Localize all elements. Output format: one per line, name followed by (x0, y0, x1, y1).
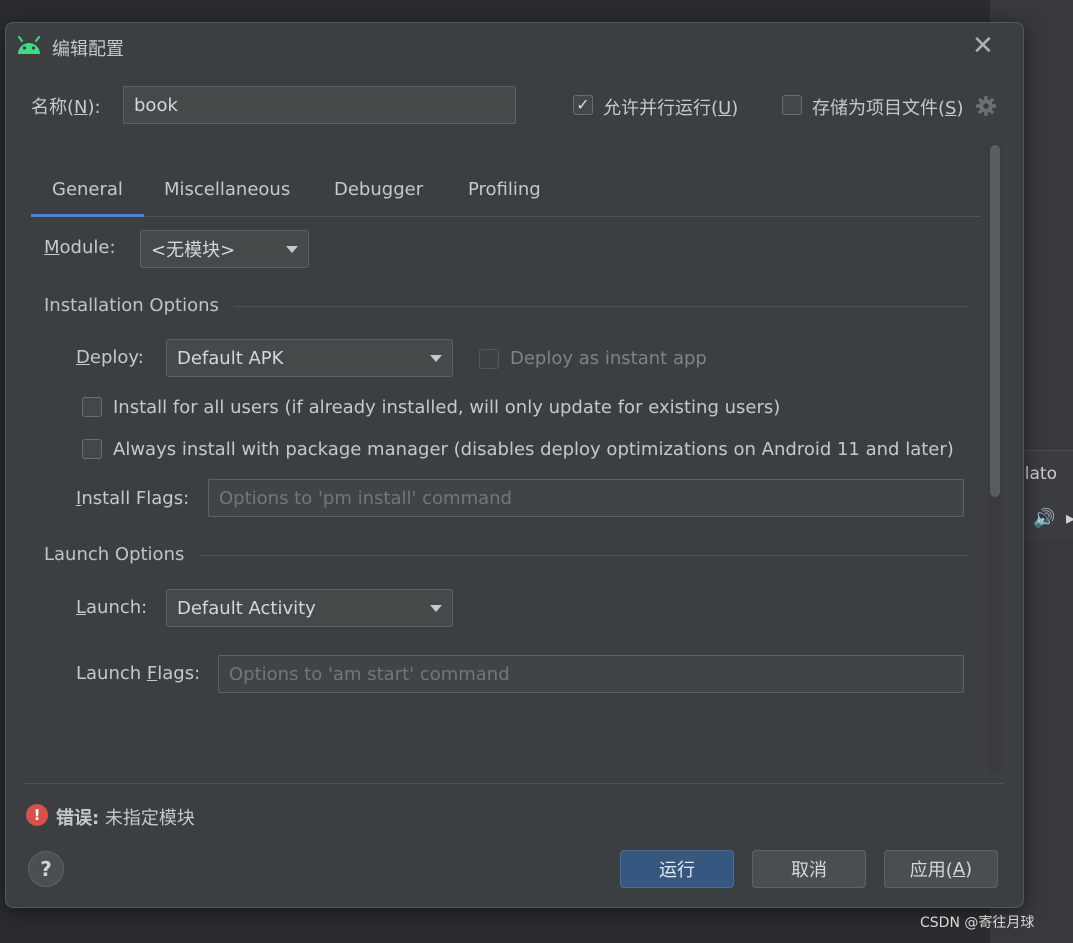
tabs-divider (31, 216, 981, 217)
error-message: 错误: 未指定模块 (56, 808, 195, 829)
cancel-button[interactable]: 取消 (752, 850, 866, 888)
module-dropdown[interactable]: <无模块> (140, 230, 309, 268)
close-icon[interactable]: ✕ (972, 33, 994, 59)
launch-flags-input[interactable]: Options to 'am start' command (218, 655, 964, 693)
run-button[interactable]: 运行 (620, 850, 734, 888)
store-as-file-checkbox[interactable] (782, 95, 802, 115)
deploy-instant-app-label: Deploy as instant app (510, 348, 707, 369)
install-all-users-checkbox[interactable] (82, 397, 102, 417)
chevron-down-icon (286, 245, 298, 253)
module-label: Module: (44, 237, 116, 258)
overflow-icon[interactable]: ▸ (1066, 508, 1073, 529)
install-flags-input[interactable]: Options to 'pm install' command (208, 479, 964, 517)
launch-options-divider (199, 555, 969, 556)
footer-divider (24, 783, 1004, 784)
name-label: 名称(N): (31, 97, 101, 118)
launch-label: Launch: (76, 597, 148, 618)
deploy-label: Deploy: (76, 347, 144, 368)
store-as-file-label: 存储为项目文件(S) (812, 98, 964, 119)
install-all-users-label: Install for all users (if already instal… (113, 397, 781, 418)
gear-icon[interactable] (975, 95, 997, 117)
name-input[interactable]: book (123, 86, 516, 124)
tab-debugger[interactable]: Debugger (334, 179, 423, 200)
edit-configuration-dialog: 编辑配置 ✕ 名称(N): book ✓ 允许并行运行(U) 存储为项目文件(S… (5, 22, 1024, 908)
tab-miscellaneous[interactable]: Miscellaneous (164, 179, 290, 200)
module-value: <无模块> (151, 240, 236, 261)
active-tab-indicator (31, 214, 144, 217)
install-flags-label: Install Flags: (76, 488, 190, 509)
installation-options-divider (234, 306, 969, 307)
always-install-pm-label: Always install with package manager (dis… (113, 439, 954, 460)
chevron-down-icon (430, 354, 442, 362)
installation-options-title: Installation Options (44, 295, 219, 316)
scrollbar-thumb[interactable] (990, 145, 1000, 497)
deploy-value: Default APK (177, 347, 284, 369)
dialog-title: 编辑配置 (52, 39, 124, 60)
chevron-down-icon (430, 604, 442, 612)
tab-profiling[interactable]: Profiling (468, 179, 541, 200)
error-icon: ! (26, 804, 48, 826)
android-icon (18, 36, 40, 54)
speaker-icon[interactable]: 🔊 (1033, 508, 1055, 529)
help-button[interactable]: ? (28, 851, 64, 887)
launch-flags-label: Launch Flags: (76, 663, 201, 684)
always-install-pm-checkbox[interactable] (82, 439, 102, 459)
tab-general[interactable]: General (52, 179, 123, 200)
watermark: CSDN @寄往月球 (920, 915, 1035, 931)
deploy-dropdown[interactable]: Default APK (166, 339, 453, 377)
allow-parallel-label: 允许并行运行(U) (603, 98, 739, 119)
apply-button[interactable]: 应用(A) (884, 850, 998, 888)
launch-value: Default Activity (177, 597, 316, 619)
deploy-instant-app-checkbox[interactable] (479, 349, 499, 369)
allow-parallel-checkbox[interactable]: ✓ (573, 95, 593, 115)
launch-dropdown[interactable]: Default Activity (166, 589, 453, 627)
launch-options-title: Launch Options (44, 544, 185, 565)
